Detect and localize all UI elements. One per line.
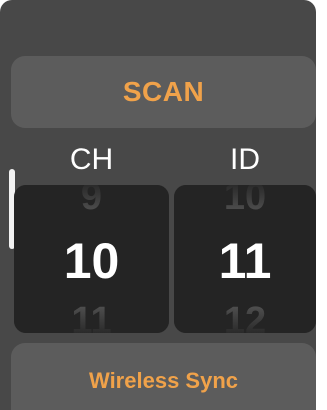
- scan-button[interactable]: SCAN: [11, 56, 316, 128]
- id-prev-value[interactable]: 10: [174, 185, 316, 217]
- ch-next-value[interactable]: 11: [14, 301, 169, 333]
- app-screen: SCAN CH ID 9 10 11 10 11 12 Wireless Syn…: [0, 0, 316, 410]
- id-next-value[interactable]: 12: [174, 301, 316, 333]
- wireless-sync-button[interactable]: Wireless Sync: [11, 343, 316, 410]
- ch-prev-value[interactable]: 9: [14, 185, 169, 217]
- scan-button-label: SCAN: [122, 76, 205, 107]
- id-column-label: ID: [230, 143, 260, 176]
- id-current-value: 11: [218, 233, 272, 289]
- ch-column-label: CH: [69, 143, 114, 176]
- ch-picker-wheel[interactable]: 9 10 11: [14, 185, 169, 333]
- ch-current-value: 10: [63, 233, 120, 289]
- wireless-sync-label: Wireless Sync: [89, 368, 238, 393]
- id-picker-wheel[interactable]: 10 11 12: [174, 185, 316, 333]
